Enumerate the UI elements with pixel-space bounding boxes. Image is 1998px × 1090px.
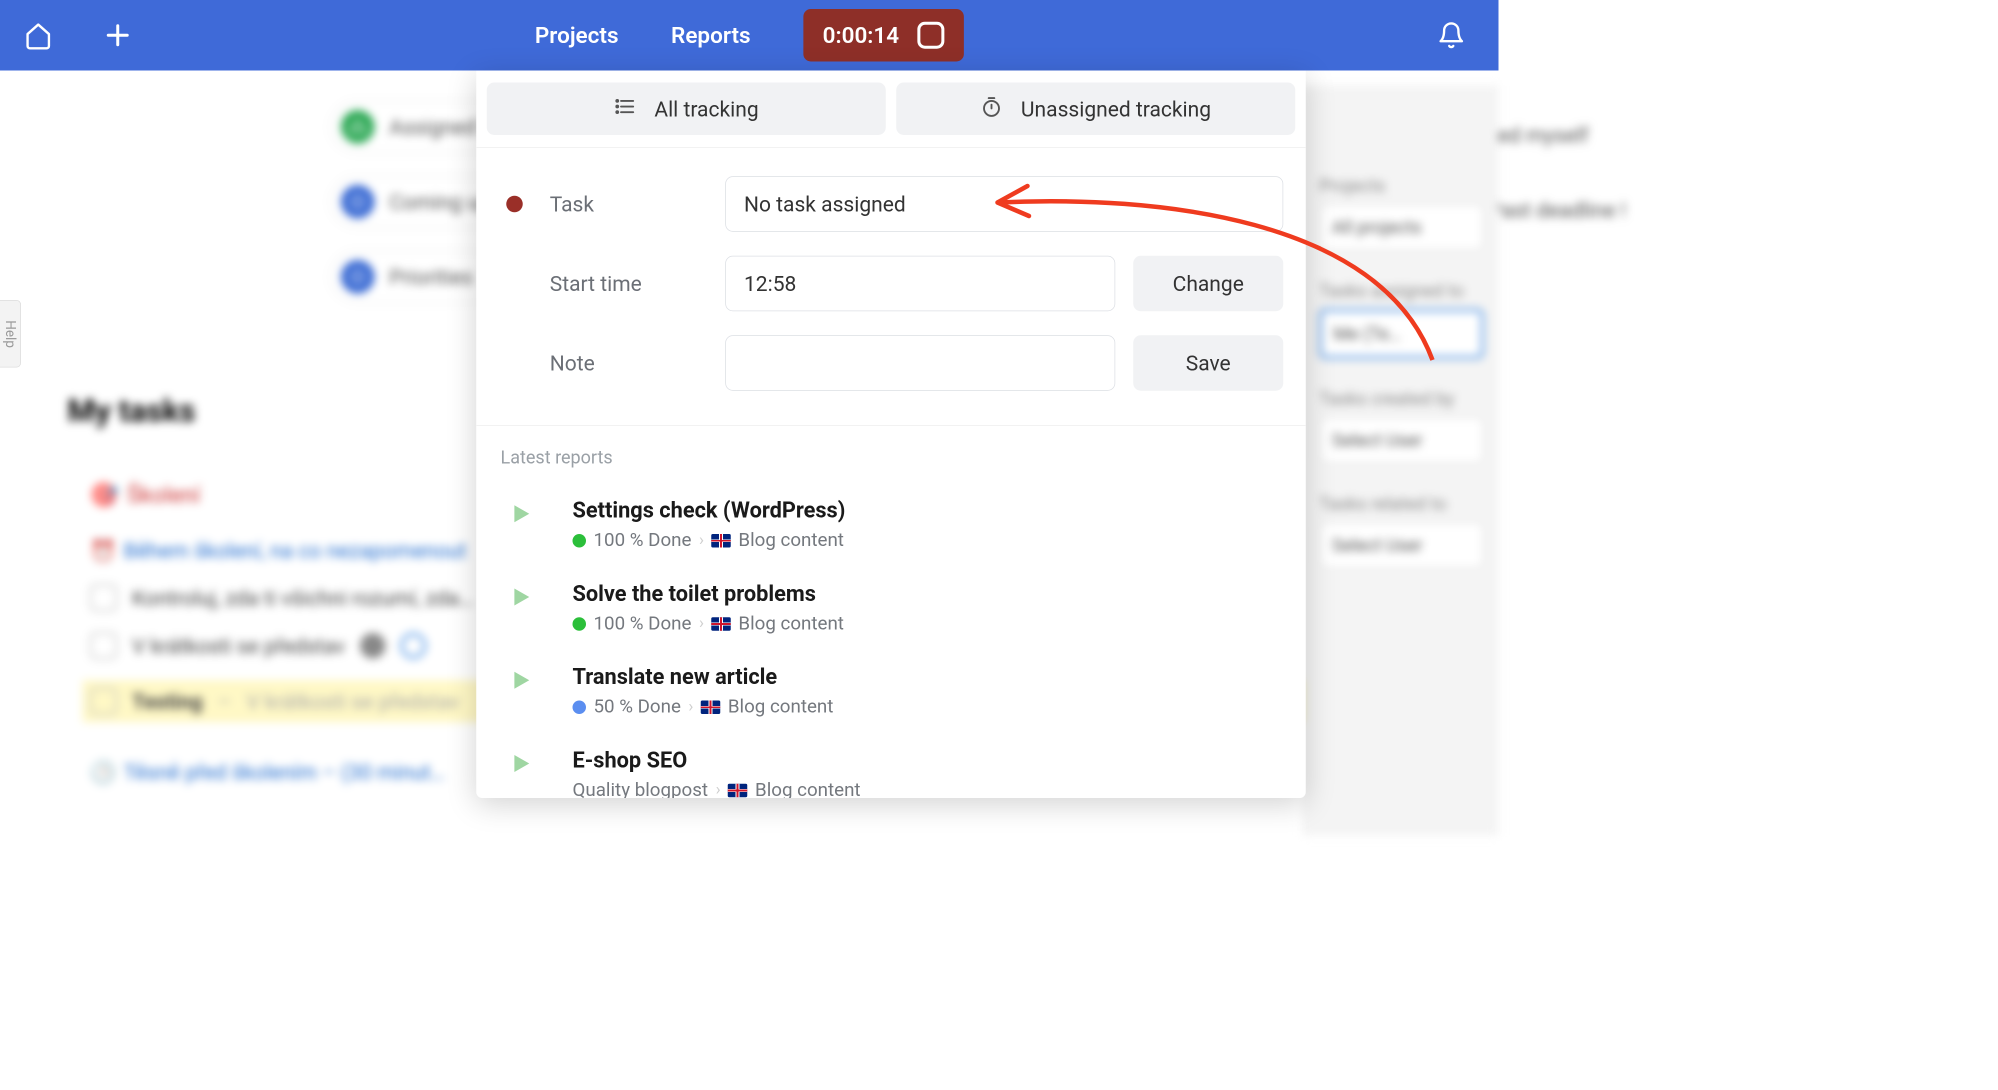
popover-form: Task No task assigned Start time 12:58 C… (476, 148, 1306, 426)
flag-uk-icon (728, 783, 748, 797)
target-icon: 🎯 (90, 482, 118, 508)
status-dot-icon (572, 534, 586, 548)
start-time-input[interactable]: 12:58 (725, 256, 1115, 312)
stop-icon[interactable] (917, 22, 944, 49)
section-title: Latest reports (500, 447, 1283, 468)
recording-dot-icon (506, 196, 523, 213)
chip-label: Coming up (389, 189, 490, 214)
chevron-right-icon: › (699, 614, 704, 633)
report-title: E-shop SEO (572, 748, 1283, 774)
chevron-right-icon: › (715, 781, 720, 798)
home-icon[interactable] (21, 18, 56, 53)
side-filter-panel: Projects All projects Tasks assigned to … (1304, 86, 1499, 836)
timer-value: 0:00:14 (823, 22, 900, 48)
flag-uk-icon (701, 700, 721, 714)
report-item[interactable]: Settings check (WordPress) 100 % Done › … (499, 488, 1284, 571)
tab-all-tracking[interactable]: All tracking (487, 83, 886, 136)
topbar-center: Projects Reports 0:00:14 (535, 9, 964, 62)
tab-unassigned-tracking[interactable]: Unassigned tracking (896, 83, 1295, 136)
list-icon (614, 95, 637, 123)
latest-reports: Latest reports Settings check (WordPress… (476, 426, 1306, 798)
label-note: Note (550, 351, 708, 376)
checkbox[interactable] (90, 584, 117, 611)
section-label: Těsně před školením – (30 minut… (124, 760, 445, 785)
stopwatch-icon (980, 95, 1003, 123)
play-icon[interactable] (508, 501, 538, 531)
tab-label: Unassigned tracking (1021, 96, 1211, 121)
report-item[interactable]: Translate new article 50 % Done › Blog c… (499, 654, 1284, 737)
topbar-left (0, 18, 135, 53)
nav-projects[interactable]: Projects (535, 22, 619, 48)
status-dot-icon (572, 617, 586, 631)
section-label: Během školení, na co nezapomenout (124, 539, 467, 564)
project-label: Školení (127, 482, 200, 508)
play-icon[interactable] (508, 668, 538, 698)
avatar (360, 633, 386, 659)
report-title: Settings check (WordPress) (572, 498, 1283, 524)
report-status: 100 % Done (593, 530, 691, 552)
report-meta: 100 % Done › Blog content (572, 613, 1283, 635)
filter-chip-priorities[interactable]: Priorities (330, 251, 499, 304)
task-label: V krátkosti se představ (132, 633, 345, 658)
report-crumb: Blog content (755, 779, 861, 798)
change-button[interactable]: Change (1133, 256, 1283, 312)
report-crumb: Blog content (728, 696, 834, 718)
clock-icon: 🕒 (90, 760, 116, 785)
task-label: Testing (132, 689, 203, 714)
play-icon[interactable] (508, 751, 538, 781)
report-meta: 100 % Done › Blog content (572, 530, 1283, 552)
side-label-related: Tasks related to (1319, 494, 1483, 515)
chevron-right-icon: › (699, 531, 704, 550)
report-meta: 50 % Done › Blog content (572, 696, 1283, 718)
side-label-assigned: Tasks assigned to (1319, 281, 1483, 302)
flag-uk-icon (711, 534, 731, 548)
tab-label: All tracking (654, 96, 758, 121)
topbar-right (1434, 18, 1499, 53)
checkbox[interactable] (90, 632, 117, 659)
report-item[interactable]: Solve the toilet problems 100 % Done › B… (499, 571, 1284, 654)
home-dot-icon (341, 110, 374, 143)
task-sub-label: V krátkosti se představ (246, 689, 459, 714)
topbar: Projects Reports 0:00:14 (0, 0, 1499, 71)
report-status: 50 % Done (593, 696, 680, 718)
compass-dot-icon (341, 185, 374, 218)
side-label-projects: Projects (1319, 176, 1483, 197)
add-icon[interactable] (101, 18, 136, 53)
flag-uk-icon (711, 617, 731, 631)
report-item[interactable]: E-shop SEO Quality blogpost › Blog conte… (499, 737, 1284, 798)
nav-reports[interactable]: Reports (671, 22, 751, 48)
report-status: Quality blogpost (572, 779, 708, 798)
timer-badge[interactable]: 0:00:14 (803, 9, 964, 62)
popover-tabs: All tracking Unassigned tracking (476, 71, 1306, 148)
side-label-created: Tasks created by (1319, 389, 1483, 410)
side-select-created[interactable]: Select User (1319, 417, 1483, 464)
chevron-right-icon: › (688, 698, 693, 717)
filter-chip-deadline[interactable]: Past deadline ! (1489, 198, 1626, 223)
alarm-icon: ⏰ (90, 539, 116, 564)
badge-icon (400, 633, 426, 659)
report-crumb: Blog content (738, 530, 844, 552)
compass-dot-icon (341, 260, 374, 293)
report-crumb: Blog content (738, 613, 844, 635)
report-status: 100 % Done (593, 613, 691, 635)
label-start-time: Start time (550, 271, 708, 296)
status-dot-icon (572, 700, 586, 714)
checkbox[interactable] (90, 688, 117, 715)
task-label: Kontroluj, zda ti všichni rozumí, zda… (132, 585, 473, 610)
side-select-assigned[interactable]: Me (Te… (1319, 309, 1483, 359)
report-title: Translate new article (572, 665, 1283, 691)
side-select-related[interactable]: Select User (1319, 522, 1483, 569)
label-task: Task (550, 192, 708, 217)
play-icon[interactable] (508, 584, 538, 614)
save-button[interactable]: Save (1133, 335, 1283, 391)
chip-label: Priorities (389, 264, 473, 289)
note-input[interactable] (725, 335, 1115, 391)
help-tab[interactable]: Help (0, 300, 21, 368)
tracking-popover: All tracking Unassigned tracking Task No… (476, 71, 1306, 799)
task-input[interactable]: No task assigned (725, 176, 1283, 232)
side-select-projects[interactable]: All projects (1319, 204, 1483, 251)
bell-icon[interactable] (1434, 18, 1469, 53)
report-title: Solve the toilet problems (572, 581, 1283, 607)
report-meta: Quality blogpost › Blog content (572, 779, 1283, 798)
